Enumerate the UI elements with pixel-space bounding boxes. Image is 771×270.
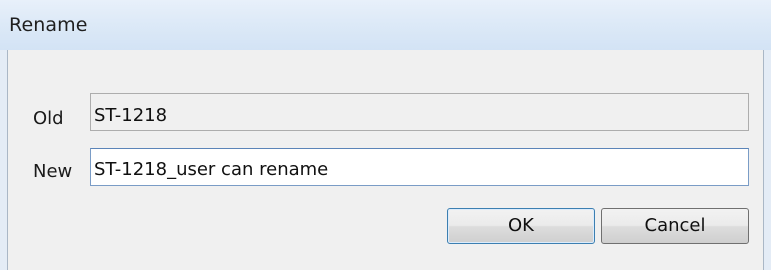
- new-name-input[interactable]: [90, 148, 749, 186]
- window-frame-right: [764, 50, 771, 270]
- window-frame-left: [0, 50, 7, 270]
- old-name-field: [90, 93, 749, 131]
- dialog-title: Rename: [9, 14, 88, 36]
- cancel-button[interactable]: Cancel: [601, 208, 749, 244]
- title-bar[interactable]: Rename: [0, 0, 771, 50]
- old-name-label: Old: [33, 108, 64, 129]
- new-name-label: New: [33, 161, 73, 182]
- ok-button[interactable]: OK: [447, 208, 595, 244]
- rename-dialog: Rename Old New OK Cancel: [0, 0, 771, 270]
